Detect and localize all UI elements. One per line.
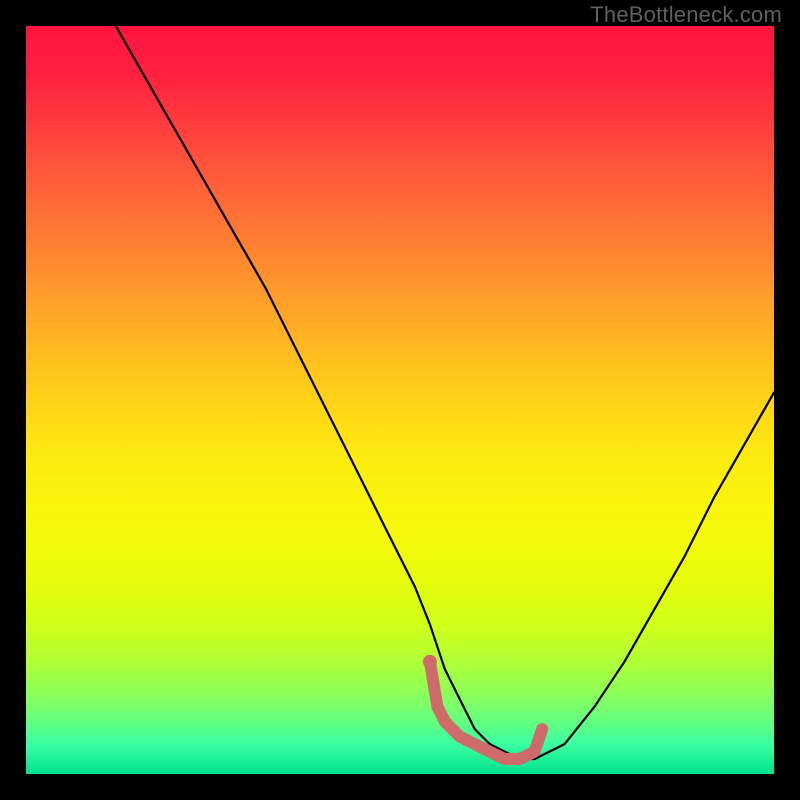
highlight-segment bbox=[430, 662, 542, 759]
bottleneck-curve bbox=[116, 26, 774, 759]
plot-area bbox=[26, 26, 774, 774]
watermark-text: TheBottleneck.com bbox=[590, 2, 782, 28]
highlight-start-dot bbox=[423, 655, 437, 669]
chart-svg bbox=[26, 26, 774, 774]
chart-frame: TheBottleneck.com bbox=[0, 0, 800, 800]
